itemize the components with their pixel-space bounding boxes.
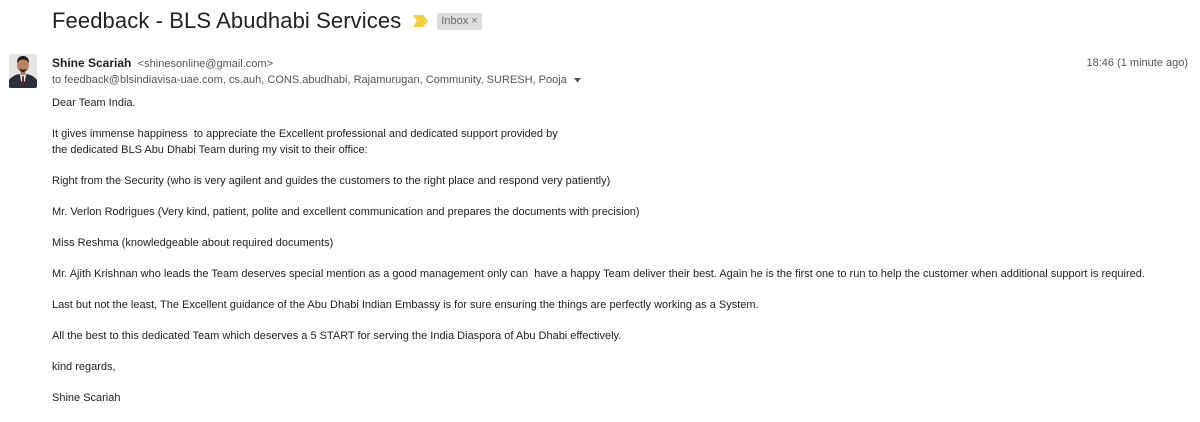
avatar-image xyxy=(9,54,37,88)
sender-name[interactable]: Shine Scariah xyxy=(52,56,131,70)
body-closing: kind regards, xyxy=(52,360,116,373)
sender-avatar[interactable] xyxy=(9,54,37,88)
inbox-label-chip: Inbox × xyxy=(437,12,482,30)
sender-row: Shine Scariah <shinesonline@gmail.com> xyxy=(52,56,273,70)
body-greeting: Dear Team India. xyxy=(52,97,136,109)
body-paragraph-6: Last but not the least, The Excellent gu… xyxy=(52,298,759,311)
sender-email: <shinesonline@gmail.com> xyxy=(137,58,274,70)
importance-marker-icon[interactable] xyxy=(413,14,429,28)
body-paragraph-5: Mr. Ajith Krishnan who leads the Team de… xyxy=(52,267,1145,280)
body-paragraph-2: Right from the Security (who is very agi… xyxy=(52,174,611,187)
email-subject: Feedback - BLS Abudhabi Services xyxy=(52,8,402,33)
inbox-label-text: Inbox xyxy=(441,14,469,27)
chevron-down-icon[interactable] xyxy=(573,77,581,83)
body-signature: Shine Scariah xyxy=(52,391,121,404)
email-body: Dear Team India. It gives immense happin… xyxy=(52,96,1172,422)
subject-row: Feedback - BLS Abudhabi Services Inbox × xyxy=(52,7,482,35)
body-paragraph-3: Mr. Verlon Rodrigues (Very kind, patient… xyxy=(52,205,640,218)
body-paragraph-7: All the best to this dedicated Team whic… xyxy=(52,329,622,342)
recipients-row: to feedback@blsindiavisa-uae.com, cs.auh… xyxy=(52,74,581,86)
recipients-list: to feedback@blsindiavisa-uae.com, cs.auh… xyxy=(52,74,567,86)
remove-label-icon[interactable]: × xyxy=(471,15,477,27)
message-timestamp: 18:46 (1 minute ago) xyxy=(1086,57,1188,69)
body-paragraph-1-line-2: the dedicated BLS Abu Dhabi Team during … xyxy=(52,143,368,156)
body-paragraph-4: Miss Reshma (knowledgeable about require… xyxy=(52,236,334,249)
body-paragraph-1-line-1: It gives immense happiness to appreciate… xyxy=(52,128,558,140)
